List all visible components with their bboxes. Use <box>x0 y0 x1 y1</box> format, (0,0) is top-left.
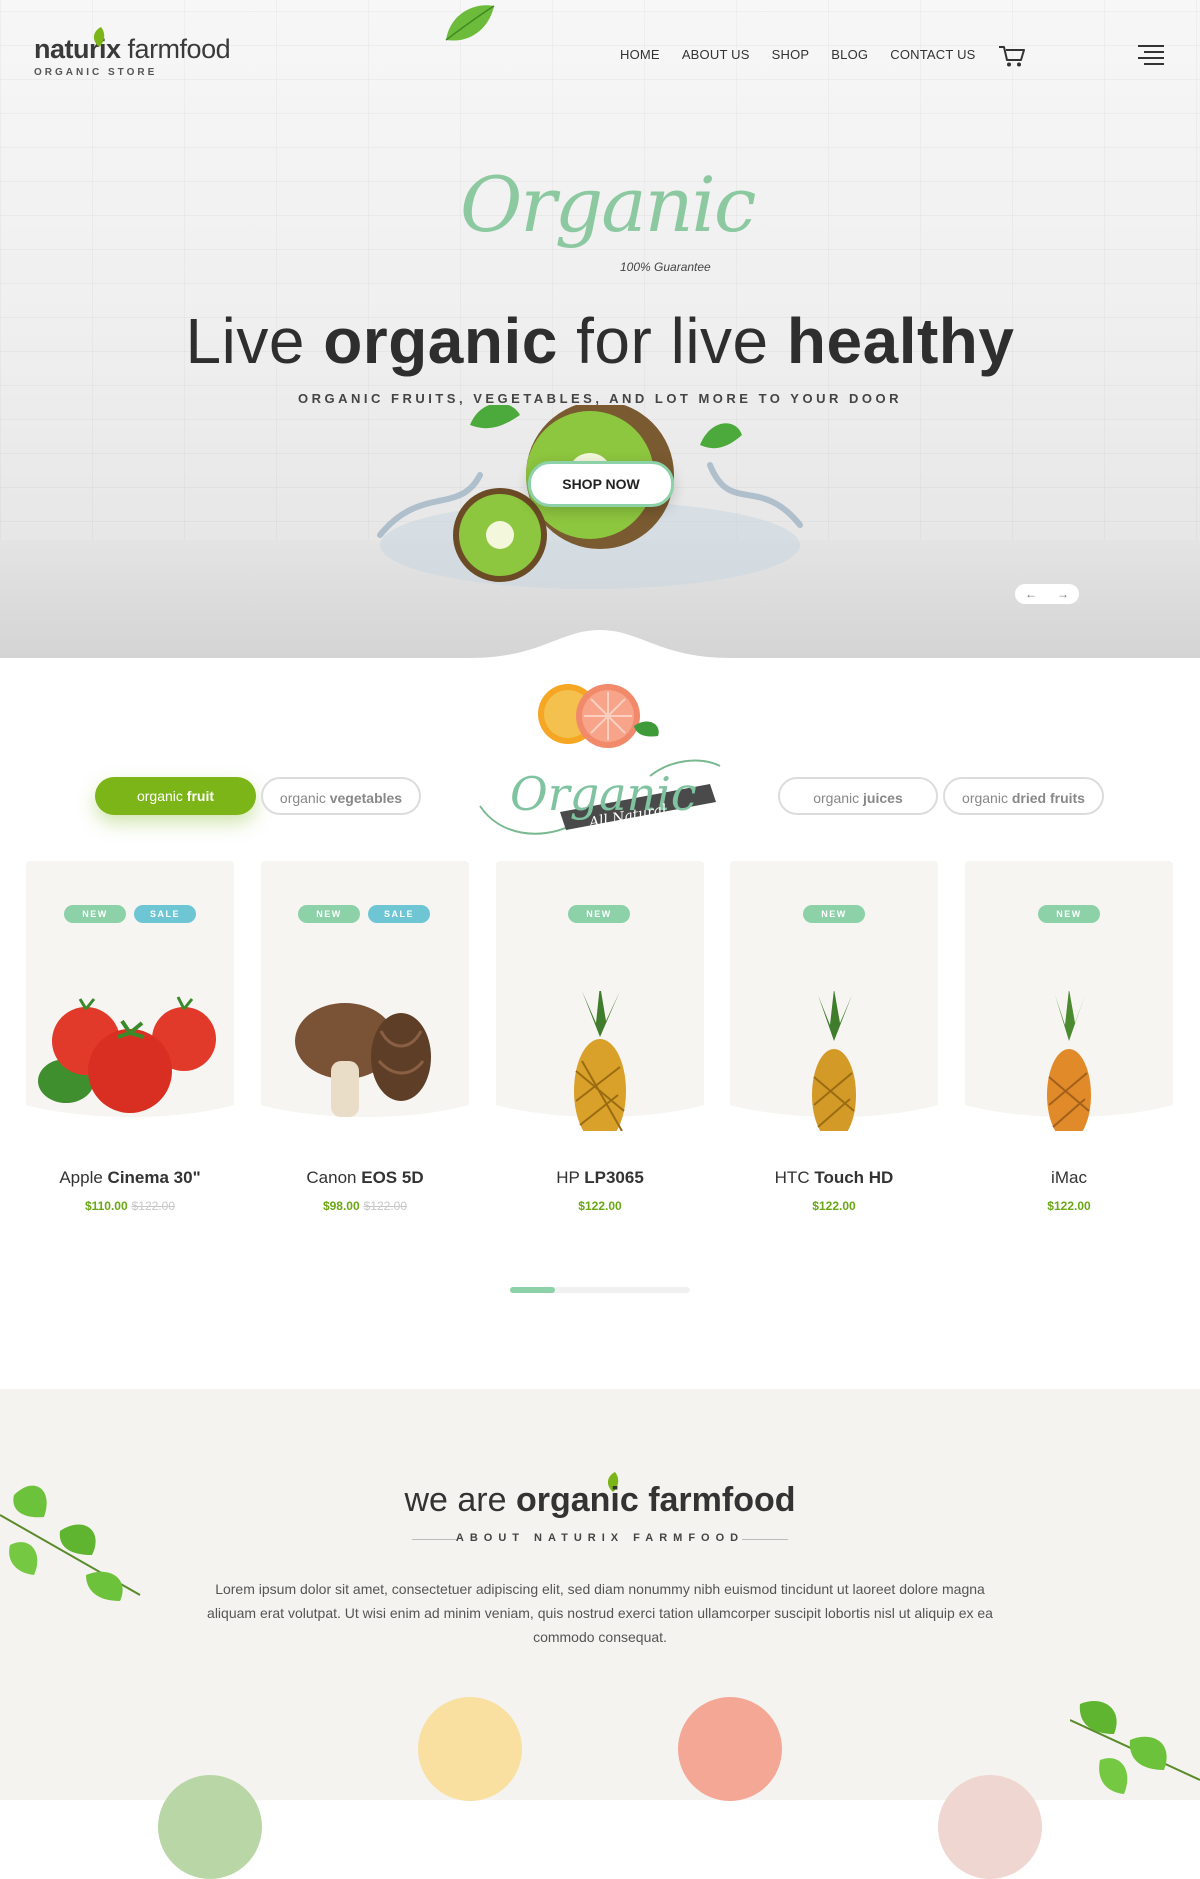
product-card[interactable]: NEW SALE <box>26 861 234 1131</box>
tab-organic-juices[interactable]: organic juices <box>778 777 938 815</box>
hero-headline: Live organic for live healthy <box>185 305 1015 377</box>
about-title: we are organic farmfood <box>404 1481 796 1519</box>
nav-blog[interactable]: BLOG <box>831 47 868 62</box>
sale-badge: SALE <box>134 905 196 923</box>
fruit-category-icon[interactable] <box>938 1775 1042 1879</box>
tab-organic-dried-fruits[interactable]: organic dried fruits <box>943 777 1104 815</box>
about-section: we are organic farmfood ABOUT NATURIX FA… <box>0 1389 1200 1879</box>
leaf-icon <box>445 5 495 41</box>
product-name[interactable]: iMac <box>965 1168 1173 1188</box>
mushroom-category-icon[interactable] <box>418 1697 522 1801</box>
product-card[interactable]: NEW <box>965 861 1173 1131</box>
tab-organic-vegetables[interactable]: organic vegetables <box>261 777 421 815</box>
organic-all-natural-badge-icon: Organic All Natural <box>479 759 721 835</box>
hero-guarantee: 100% Guarantee <box>620 260 711 274</box>
about-subtitle: ABOUT NATURIX FARMFOOD <box>455 1532 745 1544</box>
nav-home[interactable]: HOME <box>620 47 660 62</box>
product-name[interactable]: Canon EOS 5D <box>261 1168 469 1188</box>
nav-shop[interactable]: SHOP <box>772 47 810 62</box>
cart-icon[interactable] <box>998 44 1026 68</box>
tomatoes-icon <box>38 996 216 1113</box>
hero-subline: ORGANIC FRUITS, VEGETABLES, AND LOT MORE… <box>298 391 902 406</box>
product-price: $122.00 <box>812 1199 856 1213</box>
new-badge: NEW <box>1038 905 1100 923</box>
logo-tagline: ORGANIC STORE <box>34 67 158 78</box>
product-name[interactable]: Apple Cinema 30" <box>26 1168 234 1188</box>
new-badge: NEW <box>568 905 630 923</box>
sale-badge: SALE <box>368 905 430 923</box>
logo-leaf-icon <box>93 27 105 47</box>
pineapple-icon <box>812 991 856 1131</box>
new-badge: NEW <box>803 905 865 923</box>
product-name[interactable]: HTC Touch HD <box>730 1168 938 1188</box>
nav-about-us[interactable]: ABOUT US <box>682 47 750 62</box>
tab-organic-fruit[interactable]: organic fruit <box>95 777 256 815</box>
site-logo[interactable]: naturix farmfood ORGANIC STORE <box>34 27 231 78</box>
hamburger-menu-icon[interactable] <box>1138 44 1164 66</box>
product-card[interactable]: NEW <box>496 861 704 1131</box>
shop-now-button[interactable]: SHOP NOW <box>528 461 674 507</box>
pager-progress <box>510 1287 555 1293</box>
hero-banner: naturix farmfood ORGANIC STORE HOME ABOU… <box>0 0 1200 658</box>
product-name[interactable]: HP LP3065 <box>496 1168 704 1188</box>
vegetable-category-icon[interactable] <box>158 1775 262 1879</box>
pineapple-icon <box>1047 991 1091 1131</box>
new-badge: NEW <box>298 905 360 923</box>
new-badge: NEW <box>64 905 126 923</box>
product-card[interactable]: NEW SALE <box>261 861 469 1131</box>
nav-contact-us[interactable]: CONTACT US <box>890 47 975 62</box>
hero-script-word: Organic <box>460 160 756 249</box>
product-card[interactable]: NEW <box>730 861 938 1131</box>
grapefruit-icon <box>538 684 659 748</box>
logo-wordmark: naturix farmfood <box>34 34 231 64</box>
carousel-pager[interactable] <box>510 1287 690 1293</box>
hero-bottom-curve <box>0 630 1200 658</box>
mushrooms-icon <box>295 1003 431 1117</box>
leaves-right-icon <box>1070 1700 1200 1794</box>
product-price: $110.00 $122.00 <box>84 1199 176 1213</box>
slider-next-icon[interactable]: → <box>1057 587 1069 601</box>
watermelon-category-icon[interactable] <box>678 1697 782 1801</box>
product-price: $122.00 <box>1047 1199 1091 1213</box>
divider-right <box>742 1539 788 1540</box>
product-price: $122.00 <box>578 1199 622 1213</box>
about-text: Lorem ipsum dolor sit amet, consectetuer… <box>207 1581 993 1645</box>
main-nav: HOME ABOUT US SHOP BLOG CONTACT US <box>620 47 976 62</box>
pineapple-icon <box>574 991 626 1131</box>
product-price: $98.00 $122.00 <box>322 1199 408 1213</box>
slider-prev-icon[interactable]: ← <box>1025 587 1037 601</box>
